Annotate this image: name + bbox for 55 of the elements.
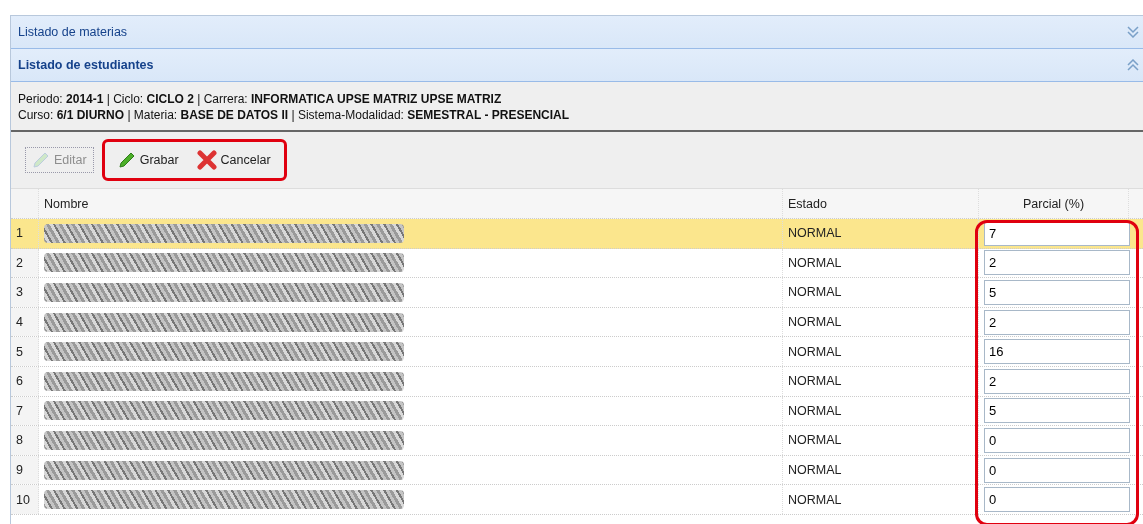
- save-button[interactable]: Grabar: [110, 146, 186, 174]
- column-header[interactable]: Nombre: [44, 196, 89, 211]
- grade-input[interactable]: 2: [984, 368, 1130, 394]
- collapse-icon[interactable]: [1127, 59, 1139, 71]
- grade-input[interactable]: 0: [984, 427, 1130, 453]
- table-row[interactable]: 6 NORMAL 2: [11, 366, 1143, 397]
- grade-input[interactable]: 0: [984, 487, 1130, 513]
- status-text: NORMAL: [788, 255, 842, 270]
- row-number: 1: [16, 226, 23, 241]
- info-line: Periodo: 2014-1 | Ciclo: CICLO 2 | Carrera: INFORMATICA UPSE MATRIZ UPSE MATRIZ: [18, 92, 503, 106]
- grade-input[interactable]: 5: [984, 280, 1130, 305]
- grade-input[interactable]: 0: [984, 457, 1130, 483]
- status-text: NORMAL: [788, 403, 842, 418]
- row-number: 7: [16, 403, 23, 418]
- row-number: 6: [16, 374, 23, 389]
- pencil-icon: [32, 151, 50, 169]
- grade-input[interactable]: 2: [984, 309, 1130, 335]
- column-header[interactable]: Estado: [788, 196, 827, 211]
- row-number: 4: [16, 315, 23, 330]
- table-row[interactable]: 7 NORMAL 5: [11, 396, 1143, 427]
- expand-icon[interactable]: [1127, 26, 1139, 38]
- status-text: NORMAL: [788, 285, 842, 300]
- table-row[interactable]: 2 NORMAL 2: [11, 248, 1143, 279]
- grade-input[interactable]: 16: [984, 339, 1130, 365]
- panel-header[interactable]: Listado de materias: [11, 16, 1143, 49]
- table-row[interactable]: 1 NORMAL 7: [11, 219, 1143, 249]
- row-number: 2: [16, 255, 23, 270]
- panel-title: Listado de materias: [18, 25, 128, 39]
- status-text: NORMAL: [788, 344, 842, 359]
- status-text: NORMAL: [788, 374, 842, 389]
- status-text: NORMAL: [788, 492, 842, 507]
- status-text: NORMAL: [788, 226, 842, 241]
- cancel-button[interactable]: Cancelar: [189, 146, 278, 174]
- pencil-icon: [117, 151, 136, 169]
- row-number: 9: [16, 463, 23, 478]
- row-number: 5: [16, 344, 23, 359]
- table-row[interactable]: 5 NORMAL 16: [11, 337, 1143, 367]
- row-number: 10: [16, 492, 30, 507]
- info-line: Curso: 6/1 DIURNO | Materia: BASE DE DATOS II | Sistema-Modalidad: SEMESTRAL - PRESENCIAL: [18, 108, 571, 122]
- grade-input[interactable]: 5: [984, 398, 1130, 424]
- panel-header[interactable]: Listado de estudiantes: [11, 49, 1143, 82]
- table-row[interactable]: 10 NORMAL 0: [11, 485, 1143, 515]
- grade-input[interactable]: 2: [984, 250, 1130, 276]
- status-text: NORMAL: [788, 433, 842, 448]
- column-header[interactable]: Parcial (%): [1022, 196, 1085, 211]
- cross-icon: [196, 150, 217, 170]
- table-row[interactable]: 8 NORMAL 0: [11, 426, 1143, 456]
- table-row[interactable]: 4 NORMAL 2: [11, 307, 1143, 338]
- status-text: NORMAL: [788, 315, 842, 330]
- panel-title: Listado de estudiantes: [18, 58, 154, 72]
- table-row[interactable]: 9 NORMAL 0: [11, 455, 1143, 486]
- status-text: NORMAL: [788, 463, 842, 478]
- row-number: 3: [16, 285, 23, 300]
- table-row[interactable]: 3 NORMAL 5: [11, 278, 1143, 308]
- row-number: 8: [16, 433, 23, 448]
